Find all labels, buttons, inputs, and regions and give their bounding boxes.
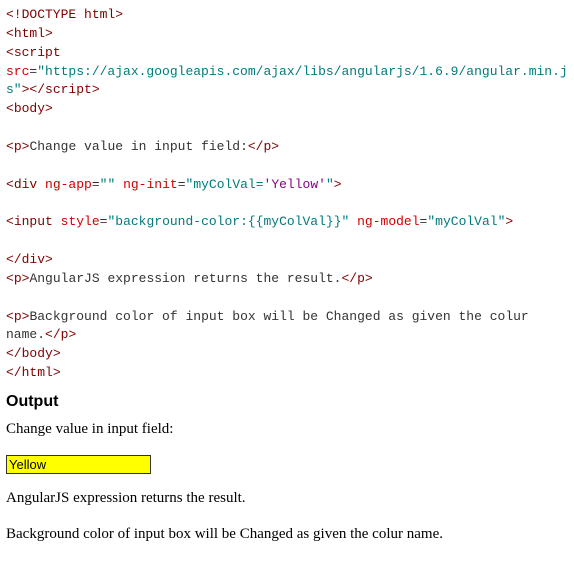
output-para-1: Change value in input field: bbox=[6, 419, 568, 441]
color-input[interactable] bbox=[6, 455, 151, 474]
code-line-13: <p>AngularJS expression returns the resu… bbox=[6, 271, 373, 286]
output-heading: Output bbox=[6, 390, 568, 413]
code-line-16: </body> bbox=[6, 346, 61, 361]
code-line-1: <!DOCTYPE html> bbox=[6, 7, 123, 22]
output-para-3: Background color of input box will be Ch… bbox=[6, 524, 568, 546]
code-line-4: <body> bbox=[6, 101, 53, 116]
output-section: Output Change value in input field: Angu… bbox=[6, 383, 568, 545]
code-line-12: </div> bbox=[6, 252, 53, 267]
code-line-6: <p>Change value in input field:</p> bbox=[6, 139, 279, 154]
code-line-15: <p>Background color of input box will be… bbox=[6, 309, 537, 343]
code-line-10: <input style="background-color:{{myColVa… bbox=[6, 214, 513, 229]
code-line-8: <div ng-app="" ng-init="myColVal='Yellow… bbox=[6, 177, 342, 192]
code-block: <!DOCTYPE html> <html> <script src="http… bbox=[6, 6, 568, 383]
output-para-2: AngularJS expression returns the result. bbox=[6, 488, 568, 510]
code-line-2: <html> bbox=[6, 26, 53, 41]
code-line-17: </html> bbox=[6, 365, 61, 380]
code-line-3: <script src="https://ajax.googleapis.com… bbox=[6, 45, 568, 98]
